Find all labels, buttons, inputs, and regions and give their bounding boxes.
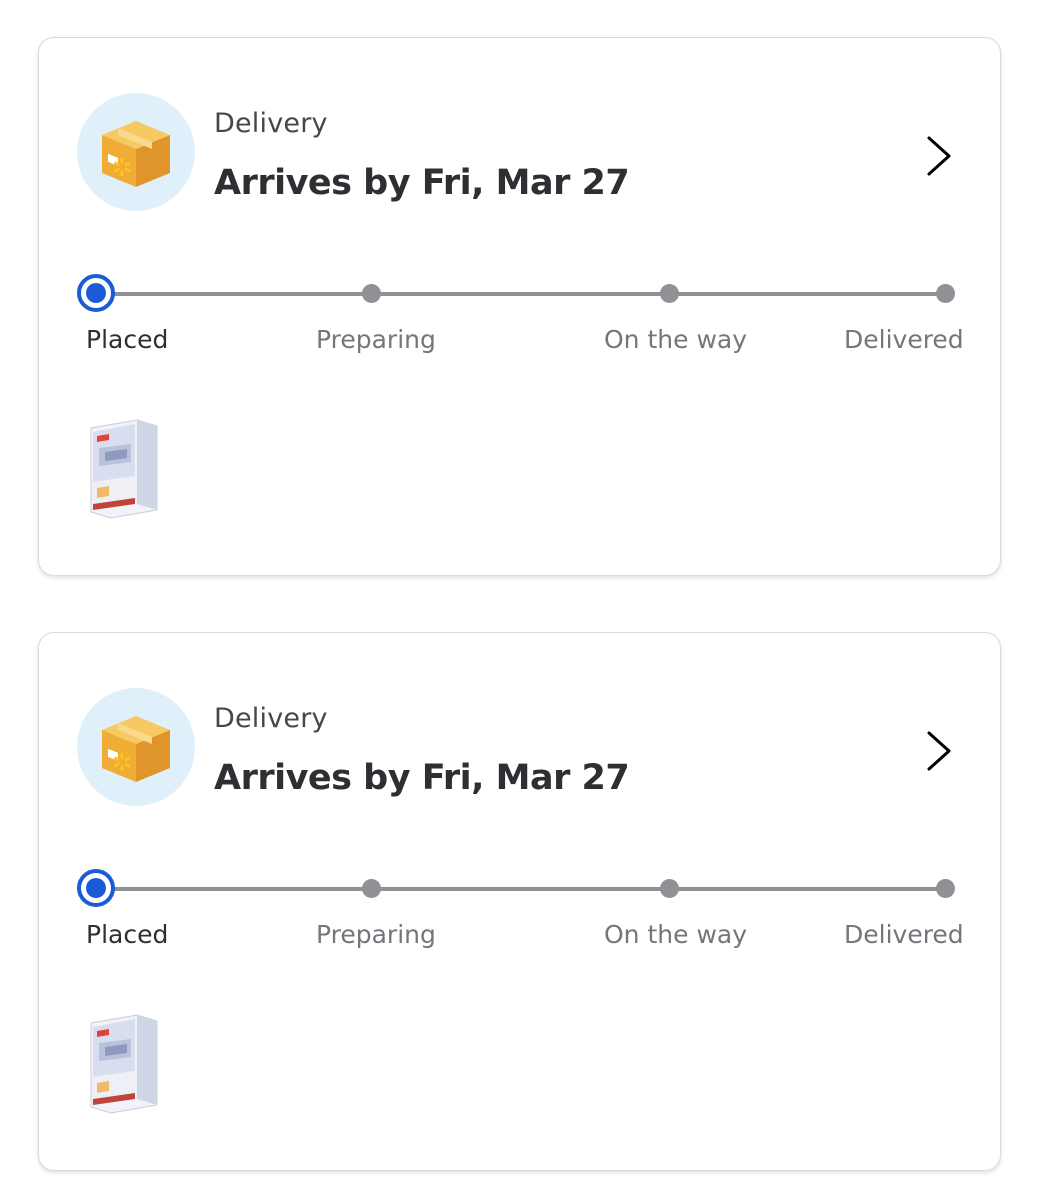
arrival-date-title: Arrives by Fri, Mar 27: [214, 758, 630, 798]
chevron-right-icon[interactable]: [921, 729, 957, 773]
step-dot-on-the-way: [660, 284, 679, 303]
step-label-delivered: Delivered: [844, 325, 964, 354]
progress-track: [96, 887, 947, 891]
step-label-delivered: Delivered: [844, 920, 964, 949]
progress-track: [96, 292, 947, 296]
product-thumbnail[interactable]: [87, 418, 162, 520]
step-dot-delivered: [936, 879, 955, 898]
step-label-placed: Placed: [86, 325, 169, 354]
package-box-icon: [102, 121, 170, 187]
step-dot-placed: [77, 869, 115, 907]
step-dot-preparing: [362, 879, 381, 898]
step-label-placed: Placed: [86, 920, 169, 949]
order-card[interactable]: Delivery Arrives by Fri, Mar 27 Placed P…: [38, 37, 1001, 576]
step-dot-delivered: [936, 284, 955, 303]
step-dot-placed: [77, 274, 115, 312]
chevron-right-icon[interactable]: [921, 134, 957, 178]
delivery-type-label: Delivery: [214, 703, 328, 734]
step-dot-preparing: [362, 284, 381, 303]
step-label-preparing: Preparing: [316, 920, 436, 949]
step-label-preparing: Preparing: [316, 325, 436, 354]
arrival-date-title: Arrives by Fri, Mar 27: [214, 163, 630, 203]
delivery-type-label: Delivery: [214, 108, 328, 139]
delivery-icon-badge: [77, 93, 195, 211]
order-card[interactable]: Delivery Arrives by Fri, Mar 27 Placed P…: [38, 632, 1001, 1171]
step-label-on-the-way: On the way: [604, 325, 748, 354]
package-box-icon: [102, 716, 170, 782]
product-thumbnail[interactable]: [87, 1013, 162, 1115]
delivery-icon-badge: [77, 688, 195, 806]
step-dot-on-the-way: [660, 879, 679, 898]
step-label-on-the-way: On the way: [604, 920, 748, 949]
